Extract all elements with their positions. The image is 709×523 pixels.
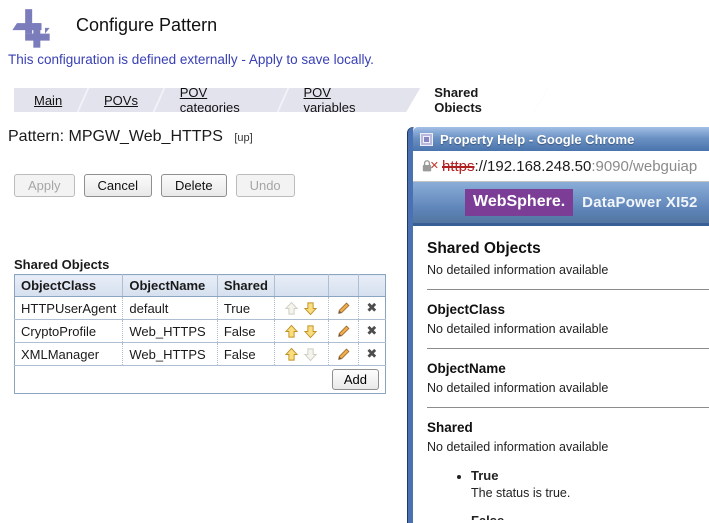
column-objectclass: ObjectClass — [15, 275, 123, 297]
address-bar[interactable]: https://192.168.248.50:9090/webguiap — [413, 151, 709, 182]
add-button[interactable]: Add — [332, 369, 379, 390]
down-arrow-icon[interactable] — [303, 324, 318, 339]
pencil-icon[interactable] — [336, 301, 351, 316]
table-row: XMLManager Web_HTTPS False — [15, 343, 386, 366]
tab-bar: Main POVs POV categories POV variables S… — [14, 88, 548, 112]
insecure-lock-icon[interactable] — [421, 159, 437, 174]
table-row: HTTPUserAgent default True — [15, 297, 386, 320]
shared-values-list: True The status is true. False The statu… — [471, 468, 709, 520]
insecure-x-icon — [430, 159, 439, 172]
delete-x-icon[interactable] — [366, 300, 377, 316]
help-section-shared-objects: Shared Objects No detailed information a… — [427, 240, 709, 277]
shared-objects-table-title: Shared Objects — [14, 257, 109, 272]
property-help-window: Property Help - Google Chrome https://19… — [408, 127, 709, 523]
cell-objectname: Web_HTTPS — [123, 343, 217, 366]
pattern-heading: Pattern: MPGW_Web_HTTPS [up] — [8, 128, 253, 146]
tab-povs[interactable]: POVs — [84, 88, 158, 112]
url-scheme: https — [442, 158, 475, 175]
url-path: :9090/webguiap — [591, 158, 697, 175]
cell-shared: False — [217, 320, 274, 343]
websphere-banner: WebSphere. DataPower XI52 — [413, 182, 709, 226]
table-footer-row: Add — [15, 366, 386, 394]
cell-objectname: default — [123, 297, 217, 320]
divider — [427, 289, 709, 290]
up-arrow-icon[interactable] — [284, 347, 299, 362]
up-arrow-icon[interactable] — [284, 324, 299, 339]
help-section-shared: Shared No detailed information available — [427, 420, 709, 454]
websphere-logo: WebSphere. — [465, 189, 573, 216]
down-arrow-icon[interactable] — [303, 301, 318, 316]
tab-pov-variables[interactable]: POV variables — [283, 88, 398, 112]
page-title: Configure Pattern — [76, 15, 217, 36]
pattern-label: Pattern: — [8, 128, 64, 145]
tab-main[interactable]: Main — [14, 88, 82, 112]
window-title: Property Help - Google Chrome — [440, 132, 634, 147]
column-delete — [358, 275, 385, 297]
pencil-icon[interactable] — [336, 347, 351, 362]
window-icon — [420, 133, 433, 146]
divider — [427, 348, 709, 349]
action-toolbar: Apply Cancel Delete Undo — [14, 174, 295, 197]
help-section-objectclass: ObjectClass No detailed information avai… — [427, 302, 709, 336]
cell-shared: True — [217, 297, 274, 320]
tab-pov-categories[interactable]: POV categories — [160, 88, 282, 112]
list-item: False The status is false. — [471, 513, 709, 520]
cell-shared: False — [217, 343, 274, 366]
shared-objects-table: ObjectClass ObjectName Shared HTTPUserAg… — [14, 274, 386, 394]
up-arrow-icon[interactable] — [284, 301, 299, 316]
delete-x-icon[interactable] — [366, 346, 377, 362]
apply-button[interactable]: Apply — [14, 174, 75, 197]
pattern-hash-icon — [10, 8, 52, 50]
cell-objectname: Web_HTTPS — [123, 320, 217, 343]
undo-button[interactable]: Undo — [236, 174, 295, 197]
url-host: ://192.168.248.50 — [475, 158, 592, 175]
column-shared: Shared — [217, 275, 274, 297]
delete-button[interactable]: Delete — [161, 174, 227, 197]
column-edit — [328, 275, 358, 297]
table-row: CryptoProfile Web_HTTPS False — [15, 320, 386, 343]
cell-objectclass: XMLManager — [15, 343, 123, 366]
pencil-icon[interactable] — [336, 324, 351, 339]
product-name: DataPower XI52 — [582, 194, 697, 211]
cell-objectclass: HTTPUserAgent — [15, 297, 123, 320]
column-objectname: ObjectName — [123, 275, 217, 297]
help-section-objectname: ObjectName No detailed information avail… — [427, 361, 709, 395]
divider — [427, 407, 709, 408]
tab-shared-objects[interactable]: Shared Objects — [406, 88, 548, 112]
help-content: Shared Objects No detailed information a… — [413, 226, 709, 520]
window-title-bar[interactable]: Property Help - Google Chrome — [413, 127, 709, 151]
table-header-row: ObjectClass ObjectName Shared — [15, 275, 386, 297]
delete-x-icon[interactable] — [366, 323, 377, 339]
cell-objectclass: CryptoProfile — [15, 320, 123, 343]
down-arrow-icon[interactable] — [303, 347, 318, 362]
list-item: True The status is true. — [471, 468, 709, 500]
column-actions — [274, 275, 328, 297]
up-link[interactable]: [up] — [234, 132, 252, 144]
external-config-notice: This configuration is defined externally… — [8, 52, 374, 67]
cancel-button[interactable]: Cancel — [84, 174, 152, 197]
pattern-name: MPGW_Web_HTTPS — [68, 128, 222, 145]
